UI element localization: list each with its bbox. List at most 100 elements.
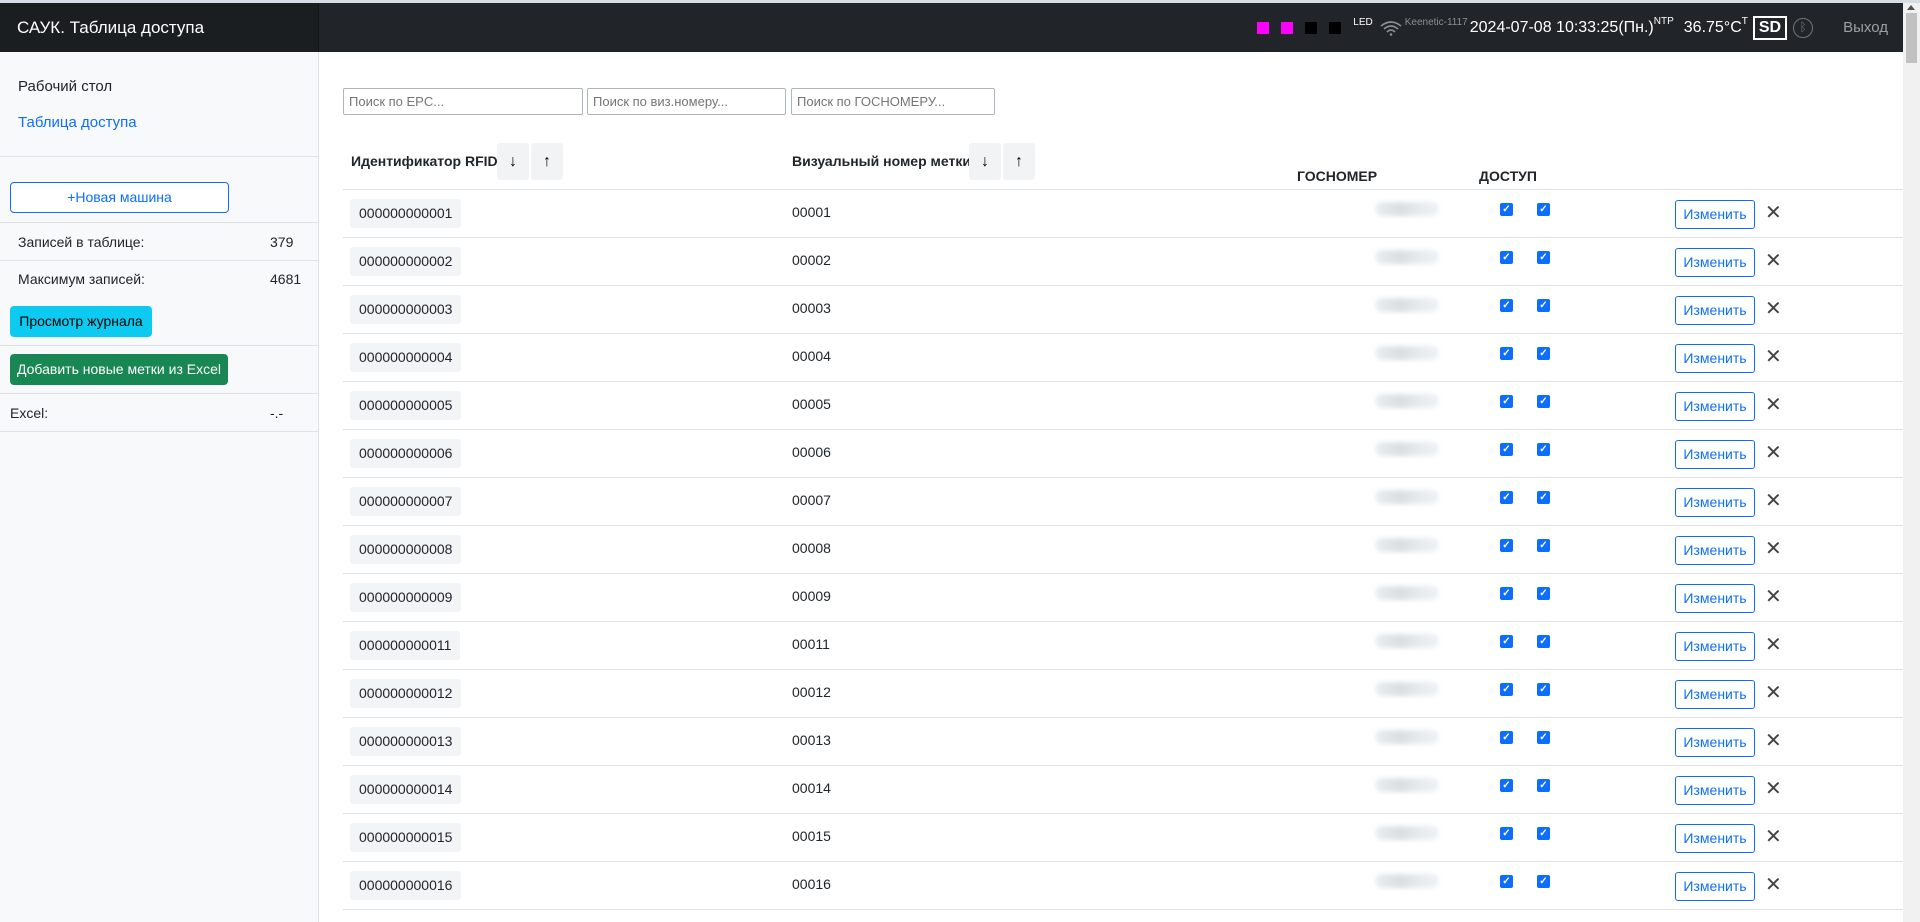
edit-button[interactable]: Изменить <box>1675 344 1755 373</box>
new-car-button[interactable]: +Новая машина <box>10 182 229 213</box>
epc-cell: 000000000003 <box>350 295 462 324</box>
access-checkbox-1[interactable]: ✓ <box>1500 251 1513 264</box>
edit-button[interactable]: Изменить <box>1675 440 1755 469</box>
visual-number-cell: 00016 <box>792 876 831 892</box>
delete-icon[interactable]: ✕ <box>1765 440 1782 467</box>
access-checkbox-1[interactable]: ✓ <box>1500 443 1513 456</box>
sidebar-item-desktop[interactable]: Рабочий стол <box>18 78 112 95</box>
excel-value: -.- <box>270 405 284 421</box>
edit-button[interactable]: Изменить <box>1675 872 1755 901</box>
table-row: 000000000016 00016 ✓ ✓ Изменить ✕ <box>343 862 1903 910</box>
delete-icon[interactable]: ✕ <box>1765 392 1782 419</box>
logout-link[interactable]: Выход <box>1843 19 1888 36</box>
delete-icon[interactable]: ✕ <box>1765 680 1782 707</box>
edit-button[interactable]: Изменить <box>1675 488 1755 517</box>
epc-cell: 000000000014 <box>350 775 462 804</box>
access-checkbox-2[interactable]: ✓ <box>1537 347 1550 360</box>
column-header-rfid: Идентификатор RFID <box>351 153 498 169</box>
edit-button[interactable]: Изменить <box>1675 248 1755 277</box>
datetime: 2024-07-08 10:33:25(Пн.) <box>1469 18 1654 36</box>
table-row: 000000000013 00013 ✓ ✓ Изменить ✕ <box>343 718 1903 766</box>
visual-number-cell: 00013 <box>792 732 831 748</box>
access-checkbox-2[interactable]: ✓ <box>1537 731 1550 744</box>
delete-icon[interactable]: ✕ <box>1765 344 1782 371</box>
access-checkbox-2[interactable]: ✓ <box>1537 443 1550 456</box>
delete-icon[interactable]: ✕ <box>1765 584 1782 611</box>
edit-button[interactable]: Изменить <box>1675 776 1755 805</box>
delete-icon[interactable]: ✕ <box>1765 776 1782 803</box>
delete-icon[interactable]: ✕ <box>1765 296 1782 323</box>
delete-icon[interactable]: ✕ <box>1765 632 1782 659</box>
access-checkbox-2[interactable]: ✓ <box>1537 299 1550 312</box>
access-checkbox-1[interactable]: ✓ <box>1500 731 1513 744</box>
sort-visual-asc-button[interactable]: ↑ <box>1003 143 1035 180</box>
access-checkbox-2[interactable]: ✓ <box>1537 395 1550 408</box>
access-checkbox-1[interactable]: ✓ <box>1500 683 1513 696</box>
access-checkbox-1[interactable]: ✓ <box>1500 827 1513 840</box>
edit-button[interactable]: Изменить <box>1675 296 1755 325</box>
edit-button[interactable]: Изменить <box>1675 200 1755 229</box>
search-epc-input[interactable] <box>343 88 583 115</box>
gosnomer-cell-blurred <box>1375 874 1439 888</box>
access-checkbox-1[interactable]: ✓ <box>1500 347 1513 360</box>
divider <box>0 260 318 261</box>
visual-number-cell: 00005 <box>792 396 831 412</box>
search-gosnomer-input[interactable] <box>791 88 995 115</box>
access-checkbox-2[interactable]: ✓ <box>1537 587 1550 600</box>
view-journal-button[interactable]: Просмотр журнала <box>10 306 152 337</box>
led-indicator-1 <box>1257 21 1270 34</box>
edit-button[interactable]: Изменить <box>1675 680 1755 709</box>
sort-visual-desc-button[interactable]: ↓ <box>969 143 1001 180</box>
sidebar-item-access-table[interactable]: Таблица доступа <box>18 114 137 131</box>
access-checkbox-2[interactable]: ✓ <box>1537 827 1550 840</box>
access-checkbox-2[interactable]: ✓ <box>1537 635 1550 648</box>
visual-number-cell: 00008 <box>792 540 831 556</box>
ntp-label: NTP <box>1653 16 1674 27</box>
sort-rfid-asc-button[interactable]: ↑ <box>531 143 563 180</box>
add-from-excel-button[interactable]: Добавить новые метки из Excel <box>10 354 228 385</box>
edit-button[interactable]: Изменить <box>1675 824 1755 853</box>
edit-button[interactable]: Изменить <box>1675 632 1755 661</box>
delete-icon[interactable]: ✕ <box>1765 536 1782 563</box>
access-checkbox-2[interactable]: ✓ <box>1537 203 1550 216</box>
search-visual-input[interactable] <box>587 88 786 115</box>
access-checkbox-2[interactable]: ✓ <box>1537 251 1550 264</box>
gosnomer-cell-blurred <box>1375 586 1439 600</box>
access-checkbox-2[interactable]: ✓ <box>1537 491 1550 504</box>
delete-icon[interactable]: ✕ <box>1765 728 1782 755</box>
sidebar: Рабочий стол Таблица доступа +Новая маши… <box>0 52 319 922</box>
delete-icon[interactable]: ✕ <box>1765 248 1782 275</box>
access-checkbox-2[interactable]: ✓ <box>1537 779 1550 792</box>
epc-cell: 000000000007 <box>350 487 462 516</box>
delete-icon[interactable]: ✕ <box>1765 488 1782 515</box>
access-checkbox-1[interactable]: ✓ <box>1500 779 1513 792</box>
access-checkbox-1[interactable]: ✓ <box>1500 875 1513 888</box>
delete-icon[interactable]: ✕ <box>1765 824 1782 851</box>
access-checkbox-2[interactable]: ✓ <box>1537 539 1550 552</box>
gosnomer-cell-blurred <box>1375 250 1439 264</box>
access-checkbox-1[interactable]: ✓ <box>1500 491 1513 504</box>
access-checkbox-2[interactable]: ✓ <box>1537 875 1550 888</box>
gosnomer-cell-blurred <box>1375 730 1439 744</box>
access-checkbox-1[interactable]: ✓ <box>1500 299 1513 312</box>
edit-button[interactable]: Изменить <box>1675 536 1755 565</box>
gosnomer-cell-blurred <box>1375 298 1439 312</box>
edit-button[interactable]: Изменить <box>1675 392 1755 421</box>
access-checkbox-1[interactable]: ✓ <box>1500 203 1513 216</box>
delete-icon[interactable]: ✕ <box>1765 200 1782 227</box>
access-checkbox-1[interactable]: ✓ <box>1500 539 1513 552</box>
access-checkbox-2[interactable]: ✓ <box>1537 683 1550 696</box>
epc-cell: 000000000013 <box>350 727 462 756</box>
sort-rfid-desc-button[interactable]: ↓ <box>497 143 529 180</box>
edit-button[interactable]: Изменить <box>1675 728 1755 757</box>
scroll-up-arrow-icon[interactable] <box>1907 5 1915 10</box>
page-scrollbar[interactable] <box>1903 3 1920 922</box>
access-checkbox-1[interactable]: ✓ <box>1500 635 1513 648</box>
gosnomer-cell-blurred <box>1375 394 1439 408</box>
access-checkbox-1[interactable]: ✓ <box>1500 587 1513 600</box>
excel-label: Excel: <box>10 405 49 421</box>
access-checkbox-1[interactable]: ✓ <box>1500 395 1513 408</box>
edit-button[interactable]: Изменить <box>1675 584 1755 613</box>
scroll-thumb[interactable] <box>1906 13 1917 63</box>
delete-icon[interactable]: ✕ <box>1765 872 1782 899</box>
